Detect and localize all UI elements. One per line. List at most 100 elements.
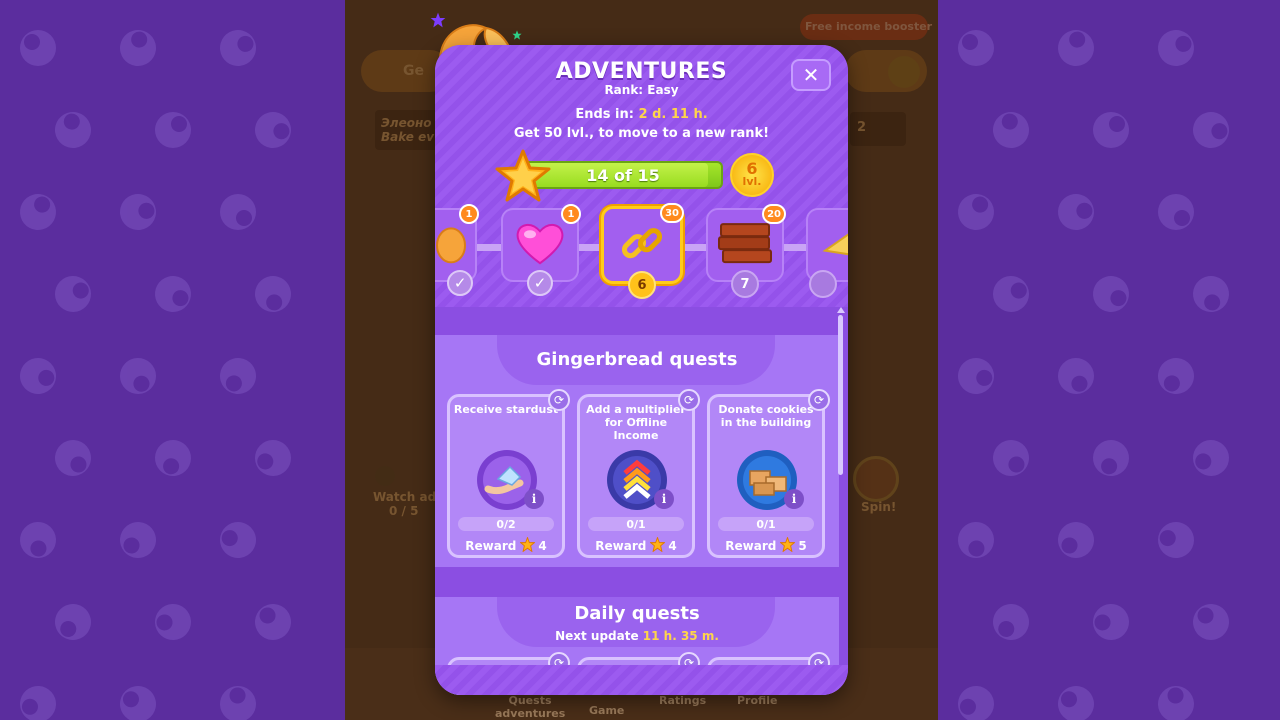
pattern-shape bbox=[215, 25, 261, 71]
pattern-shape bbox=[1085, 596, 1137, 648]
stage-count-badge: 1 bbox=[459, 204, 479, 224]
pattern-shape bbox=[116, 682, 160, 720]
star-icon bbox=[495, 149, 551, 202]
stage-tile-4[interactable]: 20 7 bbox=[706, 204, 786, 298]
pattern-shape bbox=[951, 679, 1001, 720]
pattern-shape bbox=[112, 22, 164, 74]
pattern-shape bbox=[155, 112, 191, 148]
level-badge: 6 lvl. bbox=[730, 153, 774, 197]
pattern-shape bbox=[987, 270, 1035, 318]
pattern-shape bbox=[1153, 353, 1199, 399]
pattern-shape bbox=[958, 30, 994, 66]
refresh-icon[interactable]: ⟳ bbox=[678, 389, 700, 411]
cheese-icon bbox=[821, 233, 848, 256]
pattern-shape bbox=[1056, 520, 1096, 560]
pattern-shape bbox=[1187, 434, 1235, 482]
pattern-shape bbox=[950, 514, 1002, 566]
pattern-shape bbox=[13, 351, 63, 401]
quest-card[interactable]: Donate cookies in the building ⟳ i 0/1 R… bbox=[707, 389, 830, 558]
pattern-shape bbox=[247, 104, 299, 156]
pattern-shape bbox=[148, 433, 198, 483]
pattern-shape bbox=[212, 678, 264, 720]
pattern-shape bbox=[220, 194, 256, 230]
pattern-shape bbox=[1093, 112, 1129, 148]
pattern-shape bbox=[953, 189, 999, 235]
pattern-shape bbox=[20, 30, 56, 66]
next-update-text: Next update 11 h. 35 m. bbox=[555, 629, 719, 643]
refresh-icon[interactable]: ⟳ bbox=[548, 389, 570, 411]
star-icon bbox=[520, 537, 536, 552]
pattern-shape bbox=[118, 520, 158, 560]
pattern-shape bbox=[47, 104, 99, 156]
pattern-shape bbox=[150, 271, 196, 317]
stage-number: 6 bbox=[628, 271, 656, 299]
ends-in-text: Ends in: 2 d. 11 h. bbox=[575, 107, 708, 122]
pattern-shape bbox=[49, 270, 97, 318]
pattern-shape bbox=[213, 515, 263, 565]
pattern-shape bbox=[1050, 186, 1102, 238]
left-pattern bbox=[0, 0, 345, 720]
confetti-star-icon bbox=[512, 30, 522, 40]
quest-title: Add a multiplier for Offline Income bbox=[586, 403, 686, 442]
pattern-shape bbox=[1153, 25, 1199, 71]
quest-reward: Reward 4 bbox=[465, 537, 547, 553]
pattern-shape bbox=[147, 596, 199, 648]
scroll-up-arrow[interactable] bbox=[837, 307, 845, 313]
pattern-shape bbox=[1185, 268, 1237, 320]
refresh-icon[interactable]: ⟳ bbox=[808, 389, 830, 411]
stage-tile-3[interactable]: 30 6 bbox=[601, 203, 684, 299]
confetti-star-icon bbox=[430, 12, 446, 28]
scrollbar[interactable] bbox=[838, 315, 843, 475]
section-title: Gingerbread quests bbox=[536, 349, 738, 370]
pattern-shape bbox=[1151, 515, 1201, 565]
pattern-shape bbox=[1054, 682, 1098, 720]
pattern-shape bbox=[12, 514, 64, 566]
pattern-shape bbox=[112, 186, 164, 238]
stage-tile-5[interactable] bbox=[806, 208, 848, 298]
checkmark-icon: ✓ bbox=[527, 270, 553, 296]
adventures-modal: ADVENTURES Rank: Easy Ends in: 2 d. 11 h… bbox=[435, 45, 848, 695]
pattern-shape bbox=[1088, 271, 1134, 317]
stage-tile-2[interactable]: 1 ✓ bbox=[501, 204, 581, 296]
quest-reward: Reward 4 bbox=[595, 537, 677, 553]
info-icon[interactable]: i bbox=[524, 489, 544, 509]
quest-card[interactable]: Receive stardust ⟳ i 0/2 Reward 4 bbox=[447, 389, 570, 558]
pattern-shape bbox=[1158, 194, 1194, 230]
pattern-shape bbox=[985, 104, 1037, 156]
pattern-shape bbox=[13, 679, 63, 720]
stage-count-badge: 20 bbox=[762, 204, 786, 224]
modal-title: ADVENTURES bbox=[555, 59, 728, 84]
stage-number bbox=[808, 270, 837, 298]
quest-progress: 0/2 bbox=[458, 517, 554, 531]
pattern-shape bbox=[1150, 678, 1202, 720]
level-progress-bar: 14 of 15 bbox=[523, 161, 723, 189]
pattern-shape bbox=[215, 353, 261, 399]
right-pattern bbox=[938, 0, 1280, 720]
chain-link-icon bbox=[621, 228, 663, 259]
quest-list[interactable]: Gingerbread quests Receive stardust ⟳ i … bbox=[435, 307, 848, 695]
pattern-shape bbox=[114, 352, 162, 400]
quest-title: Receive stardust bbox=[453, 403, 559, 416]
info-icon[interactable]: i bbox=[784, 489, 804, 509]
info-icon[interactable]: i bbox=[654, 489, 674, 509]
pattern-shape bbox=[15, 189, 61, 235]
close-button[interactable]: ✕ bbox=[791, 59, 831, 91]
pattern-shape bbox=[1050, 22, 1102, 74]
checkmark-icon: ✓ bbox=[447, 270, 474, 296]
quest-reward: Reward 5 bbox=[725, 537, 807, 553]
star-icon bbox=[780, 537, 796, 552]
quest-progress: 0/1 bbox=[718, 517, 814, 531]
modal-footer bbox=[435, 665, 848, 695]
quest-title: Donate cookies in the building bbox=[718, 403, 814, 429]
pattern-shape bbox=[51, 600, 95, 644]
quest-card[interactable]: Add a multiplier for Offline Income ⟳ i … bbox=[577, 389, 700, 558]
pattern-shape bbox=[989, 600, 1033, 644]
stage-tile-1[interactable]: 1 ✓ bbox=[435, 204, 479, 296]
stage-number: 7 bbox=[731, 270, 759, 298]
pattern-shape bbox=[1191, 602, 1231, 642]
rank-label: Rank: Easy bbox=[604, 83, 679, 97]
star-icon bbox=[650, 537, 666, 552]
fortune-cookie-icon bbox=[436, 227, 467, 264]
quest-progress: 0/1 bbox=[588, 517, 684, 531]
pattern-shape bbox=[53, 438, 93, 478]
